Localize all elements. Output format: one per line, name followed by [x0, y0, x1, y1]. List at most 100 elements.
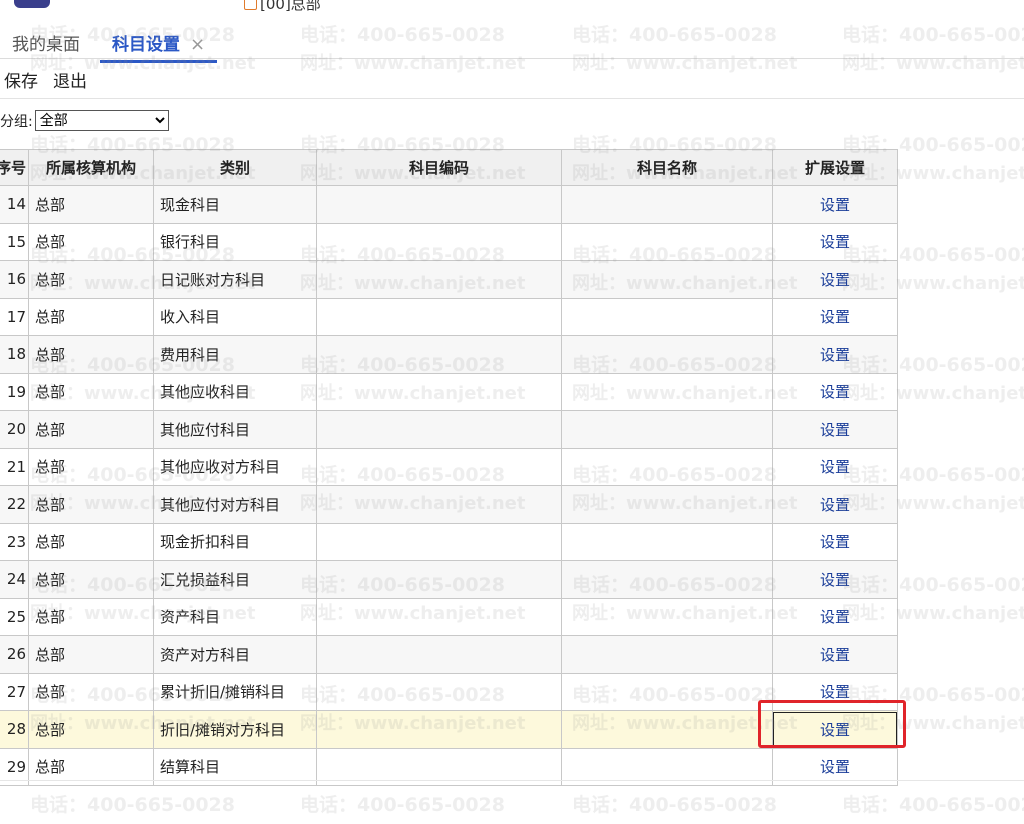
row-type: 汇兑损益科目	[153, 560, 317, 599]
row-code[interactable]	[316, 185, 562, 224]
row-org: 总部	[28, 260, 154, 299]
settings-link[interactable]: 设置	[820, 758, 850, 776]
table-row[interactable]: 21 总部 其他应收对方科目 设置	[0, 447, 898, 486]
row-code[interactable]	[316, 597, 562, 636]
group-filter-label: 分组:	[0, 113, 33, 130]
table-row[interactable]: 16 总部 日记账对方科目 设置	[0, 260, 898, 299]
settings-link[interactable]: 设置	[820, 196, 850, 214]
table-row[interactable]: 19 总部 其他应收科目 设置	[0, 372, 898, 411]
row-code[interactable]	[316, 560, 562, 599]
table-header-row: 序号 所属核算机构 类别 科目编码 科目名称 扩展设置	[0, 149, 898, 186]
settings-link[interactable]: 设置	[820, 383, 850, 401]
row-name[interactable]	[561, 335, 773, 374]
row-code[interactable]	[316, 222, 562, 261]
row-code[interactable]	[316, 372, 562, 411]
table-row[interactable]: 24 总部 汇兑损益科目 设置	[0, 560, 898, 599]
settings-link[interactable]: 设置	[820, 646, 850, 664]
row-number: 21	[0, 447, 29, 486]
row-number: 14	[0, 185, 29, 224]
settings-link[interactable]: 设置	[820, 308, 850, 326]
row-type: 收入科目	[153, 297, 317, 336]
row-name[interactable]	[561, 597, 773, 636]
row-code[interactable]	[316, 335, 562, 374]
save-button[interactable]: 保存	[4, 67, 38, 92]
tab-account-settings[interactable]: 科目设置 ×	[100, 30, 218, 63]
app-logo	[14, 0, 50, 8]
row-code[interactable]	[316, 635, 562, 674]
row-number: 22	[0, 485, 29, 524]
row-name[interactable]	[561, 560, 773, 599]
row-name[interactable]	[561, 222, 773, 261]
row-code[interactable]	[316, 260, 562, 299]
row-name[interactable]	[561, 635, 773, 674]
row-name[interactable]	[561, 672, 773, 711]
close-icon[interactable]: ×	[190, 34, 205, 55]
table-row[interactable]: 22 总部 其他应付对方科目 设置	[0, 485, 898, 524]
settings-link[interactable]: 设置	[820, 421, 850, 439]
row-name[interactable]	[561, 485, 773, 524]
table-row[interactable]: 26 总部 资产对方科目 设置	[0, 635, 898, 674]
row-org: 总部	[28, 335, 154, 374]
row-org: 总部	[28, 672, 154, 711]
row-code[interactable]	[316, 410, 562, 449]
row-name[interactable]	[561, 410, 773, 449]
row-name[interactable]	[561, 522, 773, 561]
settings-link[interactable]: 设置	[820, 571, 850, 589]
row-number: 26	[0, 635, 29, 674]
row-code[interactable]	[316, 710, 562, 749]
table-row[interactable]: 17 总部 收入科目 设置	[0, 297, 898, 336]
org-selector[interactable]: [00]总部	[244, 0, 321, 14]
col-header-org: 所属核算机构	[28, 149, 154, 186]
row-number: 24	[0, 560, 29, 599]
row-number: 20	[0, 410, 29, 449]
building-icon	[244, 0, 257, 10]
settings-link[interactable]: 设置	[820, 533, 850, 551]
row-name[interactable]	[561, 447, 773, 486]
row-number: 23	[0, 522, 29, 561]
row-org: 总部	[28, 372, 154, 411]
table-row[interactable]: 14 总部 现金科目 设置	[0, 185, 898, 224]
table-row[interactable]: 23 总部 现金折扣科目 设置	[0, 522, 898, 561]
row-number: 25	[0, 597, 29, 636]
settings-link[interactable]: 设置	[820, 271, 850, 289]
row-number: 19	[0, 372, 29, 411]
highlight-annotation-box	[758, 700, 906, 748]
row-type: 其他应付科目	[153, 410, 317, 449]
col-header-type: 类别	[153, 149, 317, 186]
col-header-code: 科目编码	[316, 149, 562, 186]
table-row[interactable]: 25 总部 资产科目 设置	[0, 597, 898, 636]
row-name[interactable]	[561, 372, 773, 411]
row-type: 折旧/摊销对方科目	[153, 710, 317, 749]
settings-link[interactable]: 设置	[820, 233, 850, 251]
row-org: 总部	[28, 297, 154, 336]
settings-link[interactable]: 设置	[820, 346, 850, 364]
settings-link[interactable]: 设置	[820, 683, 850, 701]
row-name[interactable]	[561, 260, 773, 299]
row-name[interactable]	[561, 185, 773, 224]
row-type: 其他应收对方科目	[153, 447, 317, 486]
row-name[interactable]	[561, 710, 773, 749]
row-org: 总部	[28, 222, 154, 261]
row-code[interactable]	[316, 672, 562, 711]
row-name[interactable]	[561, 297, 773, 336]
settings-link[interactable]: 设置	[820, 608, 850, 626]
table-row[interactable]: 15 总部 银行科目 设置	[0, 222, 898, 261]
row-code[interactable]	[316, 297, 562, 336]
row-number: 27	[0, 672, 29, 711]
row-type: 日记账对方科目	[153, 260, 317, 299]
tab-my-desktop[interactable]: 我的桌面	[12, 30, 80, 55]
row-type: 资产科目	[153, 597, 317, 636]
row-org: 总部	[28, 710, 154, 749]
settings-link[interactable]: 设置	[820, 458, 850, 476]
col-header-no: 序号	[0, 149, 29, 186]
row-code[interactable]	[316, 485, 562, 524]
row-code[interactable]	[316, 447, 562, 486]
exit-button[interactable]: 退出	[53, 67, 87, 92]
table-row[interactable]: 18 总部 费用科目 设置	[0, 335, 898, 374]
settings-link[interactable]: 设置	[820, 496, 850, 514]
account-settings-table: 序号 所属核算机构 类别 科目编码 科目名称 扩展设置 14 总部 现金科目 设…	[0, 149, 898, 786]
watermark-phone: 电话：400-665-0028	[572, 794, 777, 816]
row-code[interactable]	[316, 522, 562, 561]
table-row[interactable]: 20 总部 其他应付科目 设置	[0, 410, 898, 449]
group-select[interactable]: 全部	[34, 110, 169, 131]
